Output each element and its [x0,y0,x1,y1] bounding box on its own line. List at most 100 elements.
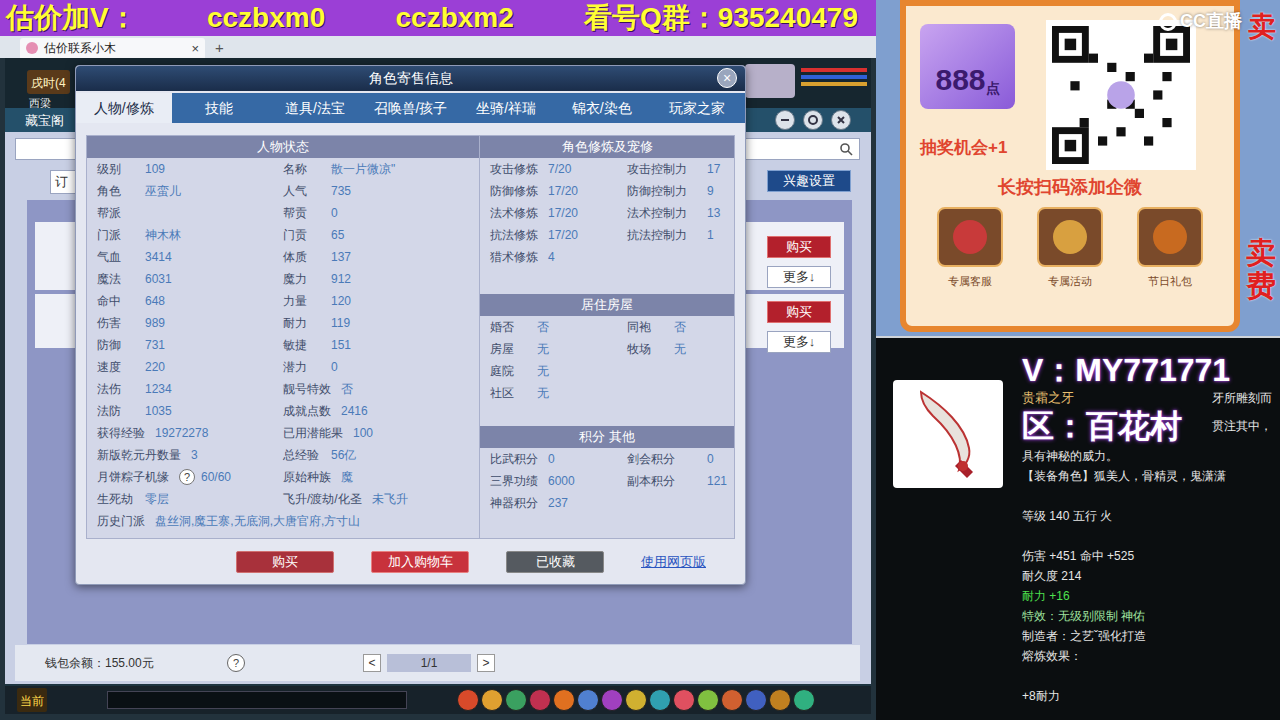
more-button[interactable]: 更多↓ [767,331,831,353]
tab-close-button[interactable]: × [191,42,199,55]
info-label: 比武积分 [490,450,548,468]
info-cell: 神器积分237 [490,494,724,512]
search-icon [839,142,853,156]
toolbar-icon[interactable] [649,689,671,711]
toolbar-icons [457,689,815,711]
next-page-button[interactable]: > [477,654,495,672]
more-button[interactable]: 更多↓ [767,266,831,288]
dialog-tab[interactable]: 人物/修炼 [76,93,172,123]
browser-tab[interactable]: 估价联系小木× [20,38,205,58]
perk-item[interactable]: 专属客服 [937,207,1003,290]
cart-button[interactable]: 加入购物车 [371,551,469,573]
watermark-text: CC直播 [1180,8,1242,35]
clock-badge: 戌时(4 [27,70,70,94]
web-version-link[interactable]: 使用网页版 [641,552,706,572]
info-value: 151 [331,336,351,354]
toolbar-icon[interactable] [793,689,815,711]
screen: 估价加V：cczbxm0cczbxm2看号Q群：935240479 估价联系小木… [0,0,1280,720]
watermark: CC直播 [1159,8,1242,35]
help-button[interactable]: ? [227,654,245,672]
section-header: 角色修炼及宠修 [480,136,734,158]
info-value: 17/20 [548,226,578,244]
info-cell: 靓号特效否 [283,380,469,398]
info-label: 抗法修炼 [490,226,548,244]
saved-button[interactable]: 已收藏 [506,551,604,573]
toolbar-icon[interactable] [745,689,767,711]
info-label: 新版乾元丹数量 [97,446,191,464]
info-label: 气血 [97,248,145,266]
perk-item[interactable]: 节日礼包 [1137,207,1203,290]
buy-button[interactable]: 购买 [236,551,334,573]
buy-button[interactable]: 购买 [767,301,831,323]
settings-icon[interactable] [803,110,823,130]
info-cell: 名称散一片微凉" [283,160,469,178]
info-value: 119 [331,314,350,332]
toolbar-icon[interactable] [529,689,551,711]
info-cell: 速度220 [97,358,283,376]
info-value: 100 [353,424,373,442]
qr-code [1046,20,1196,170]
toolbar-icon[interactable] [697,689,719,711]
info-cell: 命中648 [97,292,283,310]
info-value: 否 [537,318,549,336]
section-title: 居住房屋 [581,295,633,315]
toolbar-icon[interactable] [505,689,527,711]
item-line: 熔炼效果： [1022,646,1272,666]
dialog-tab[interactable]: 锦衣/染色 [554,93,650,123]
section-title: 角色修炼及宠修 [562,137,653,157]
chat-channel[interactable]: 当前 [17,688,47,712]
perk-item[interactable]: 专属活动 [1037,207,1103,290]
dialog-content: 人物状态级别109名称散一片微凉"角色巫蛮儿人气735帮派帮贡0门派神木林门贡6… [86,135,735,539]
scan-hint: 长按扫码添加企微 [998,174,1142,201]
section-header: 居住房屋 [480,294,734,316]
dialog-tab[interactable]: 技能 [172,93,268,123]
dialog-tab[interactable]: 召唤兽/孩子 [363,93,459,123]
toolbar-icon[interactable] [769,689,791,711]
info-label: 速度 [97,358,145,376]
info-value: 散一片微凉" [331,160,395,178]
close-icon[interactable] [831,110,851,130]
toolbar-icon[interactable] [625,689,647,711]
left-panel: 人物状态级别109名称散一片微凉"角色巫蛮儿人气735帮派帮贡0门派神木林门贡6… [87,136,480,538]
dialog-close-button[interactable]: × [717,68,737,88]
toolbar-icon[interactable] [721,689,743,711]
info-row: 门派神木林门贡65 [87,224,479,246]
toolbar-icon[interactable] [457,689,479,711]
toolbar-icon[interactable] [673,689,695,711]
dialog-tab[interactable]: 坐骑/祥瑞 [458,93,554,123]
new-tab-button[interactable]: + [211,38,228,58]
info-row: 速度220潜力0 [87,356,479,378]
toolbar-icon[interactable] [553,689,575,711]
buy-button[interactable]: 购买 [767,236,831,258]
info-label: 防御控制力 [627,182,707,200]
dialog-tab[interactable]: 玩家之家 [649,93,745,123]
info-cell: 角色巫蛮儿 [97,182,283,200]
right-panel: 角色修炼及宠修攻击修炼7/20攻击控制力17防御修炼17/20防御控制力9法术修… [480,136,734,538]
info-value: 17/20 [548,182,578,200]
dialog-tab[interactable]: 道具/法宝 [267,93,363,123]
info-label: 历史门派 [97,512,155,530]
info-cell: 法防1035 [97,402,283,420]
info-cell: 门派神木林 [97,226,283,244]
interest-settings-button[interactable]: 兴趣设置 [767,170,851,192]
toolbar-icon[interactable] [481,689,503,711]
info-cell: 门贡65 [283,226,469,244]
toolbar-icon[interactable] [601,689,623,711]
item-line: +8耐力 [1022,686,1272,706]
info-label: 魔力 [283,270,331,288]
banner-text: 看号Q群：935240479 [584,4,858,32]
item-line: 伤害 +451 命中 +525 [1022,546,1272,566]
item-description: V：MY771771贵霜之牙牙所雕刻而区：百花村贯注其中，具有神秘的威力。【装备… [1022,350,1280,720]
perk-label: 节日礼包 [1148,273,1192,290]
info-row: 抗法修炼17/20抗法控制力1 [480,224,734,246]
minimize-icon[interactable] [775,110,795,130]
info-cell: 抗法修炼17/20 [490,226,627,244]
chat-input[interactable] [107,691,407,709]
badge-number: 888 [935,65,985,95]
toolbar-icon[interactable] [577,689,599,711]
prev-page-button[interactable]: < [363,654,381,672]
help-button[interactable]: ? [179,469,195,485]
info-label: 社区 [490,384,537,402]
info-cell: 新版乾元丹数量3 [97,446,283,464]
info-value: 56亿 [331,446,356,464]
